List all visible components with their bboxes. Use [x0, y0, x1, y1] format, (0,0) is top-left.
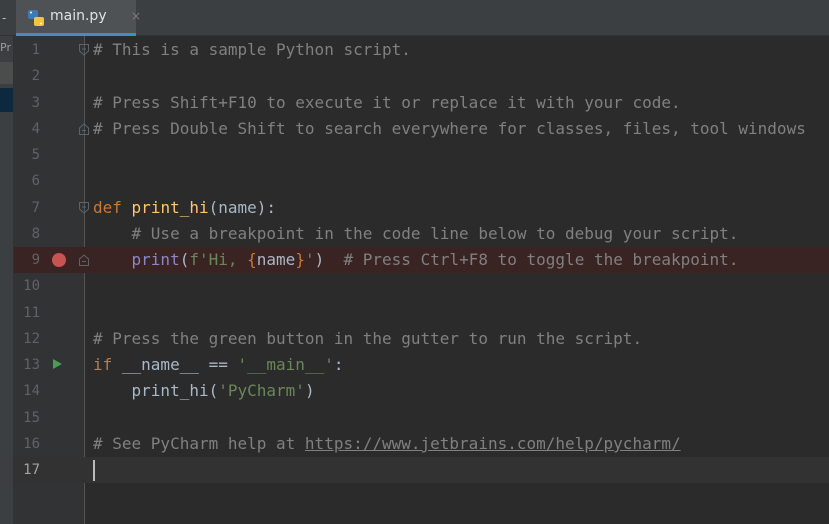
- code-line[interactable]: if __name__ == '__main__':: [93, 352, 343, 378]
- keyword: if: [93, 355, 113, 374]
- code-text: print_hi(: [131, 381, 219, 400]
- line-number-current[interactable]: 17: [14, 457, 40, 483]
- project-tree-row-focused[interactable]: [0, 88, 13, 112]
- code-text: (name):: [208, 198, 277, 217]
- fold-end-icon[interactable]: [79, 123, 89, 135]
- keyword: def: [93, 198, 122, 217]
- spacing: [324, 250, 343, 269]
- comment: # Press Double Shift to search everywher…: [93, 119, 806, 138]
- fstring-variable: name: [256, 250, 296, 269]
- code-line[interactable]: # Press the green button in the gutter t…: [93, 326, 642, 352]
- line-number[interactable]: 8: [14, 221, 40, 247]
- line-number[interactable]: 16: [14, 431, 40, 457]
- line-number[interactable]: 1: [14, 37, 40, 63]
- code-line[interactable]: # This is a sample Python script.: [93, 37, 411, 63]
- fold-start-icon[interactable]: [79, 202, 89, 214]
- line-number[interactable]: 3: [14, 90, 40, 116]
- editor-tab-bar: - main.py ×: [0, 0, 829, 36]
- line-number[interactable]: 13: [14, 352, 40, 378]
- line-number[interactable]: 11: [14, 300, 40, 326]
- fold-start-icon[interactable]: [79, 44, 89, 56]
- line-number[interactable]: 6: [14, 168, 40, 194]
- line-number[interactable]: 15: [14, 405, 40, 431]
- current-line-highlight: [14, 457, 829, 483]
- project-panel-strip[interactable]: Pr: [0, 36, 14, 524]
- line-number[interactable]: 12: [14, 326, 40, 352]
- code-text: ): [304, 381, 315, 400]
- line-number[interactable]: 4: [14, 116, 40, 142]
- comment: # Press the green button in the gutter t…: [93, 329, 643, 348]
- tab-bar-menu-glyph[interactable]: -: [2, 11, 6, 25]
- string: '__main__': [237, 355, 334, 374]
- comment: # Press Shift+F10 to execute it or repla…: [93, 93, 681, 112]
- text-caret: [93, 460, 95, 481]
- line-number[interactable]: 7: [14, 195, 40, 221]
- line-number[interactable]: 10: [14, 273, 40, 299]
- project-tree-row-selected[interactable]: [0, 62, 13, 84]
- line-number[interactable]: 14: [14, 378, 40, 404]
- close-icon[interactable]: ×: [131, 9, 141, 23]
- code-text: :: [333, 355, 344, 374]
- fstring-brace: }: [295, 250, 305, 269]
- code-line[interactable]: def print_hi(name):: [93, 195, 276, 221]
- breakpoint-icon[interactable]: [52, 253, 66, 267]
- code-line-breakpoint[interactable]: print(f'Hi, {name}') # Press Ctrl+F8 to …: [93, 247, 739, 273]
- project-panel-label[interactable]: Pr: [0, 41, 11, 54]
- function-name: print_hi: [131, 198, 209, 217]
- string: ': [304, 250, 315, 269]
- comment: # Press Ctrl+F8 to toggle the breakpoint…: [343, 250, 739, 269]
- line-number[interactable]: 2: [14, 63, 40, 89]
- fold-end-icon[interactable]: [79, 254, 89, 266]
- tab-label: main.py: [50, 8, 107, 24]
- code-line[interactable]: # Press Double Shift to search everywher…: [93, 116, 806, 142]
- code-text: (: [179, 250, 190, 269]
- tab-main-py[interactable]: main.py ×: [16, 0, 141, 36]
- run-icon[interactable]: [53, 359, 62, 369]
- code-text: ): [314, 250, 325, 269]
- help-link[interactable]: https://www.jetbrains.com/help/pycharm/: [305, 434, 681, 453]
- comment: # Use a breakpoint in the code line belo…: [131, 224, 739, 243]
- line-number[interactable]: 9: [14, 247, 40, 273]
- code-line[interactable]: # See PyCharm help at https://www.jetbra…: [93, 431, 681, 457]
- builtin-name: print: [131, 250, 180, 269]
- code-line[interactable]: # Press Shift+F10 to execute it or repla…: [93, 90, 681, 116]
- line-number[interactable]: 5: [14, 142, 40, 168]
- string: 'PyCharm': [218, 381, 305, 400]
- code-text: __name__ ==: [112, 355, 238, 374]
- code-line[interactable]: # Use a breakpoint in the code line belo…: [93, 221, 739, 247]
- string: f'Hi,: [189, 250, 248, 269]
- fstring-brace: {: [247, 250, 257, 269]
- comment: # This is a sample Python script.: [93, 40, 411, 59]
- comment: # See PyCharm help at: [93, 434, 305, 453]
- python-file-icon: [28, 10, 44, 26]
- code-line[interactable]: print_hi('PyCharm'): [93, 378, 315, 404]
- gutter-separator: [84, 36, 85, 524]
